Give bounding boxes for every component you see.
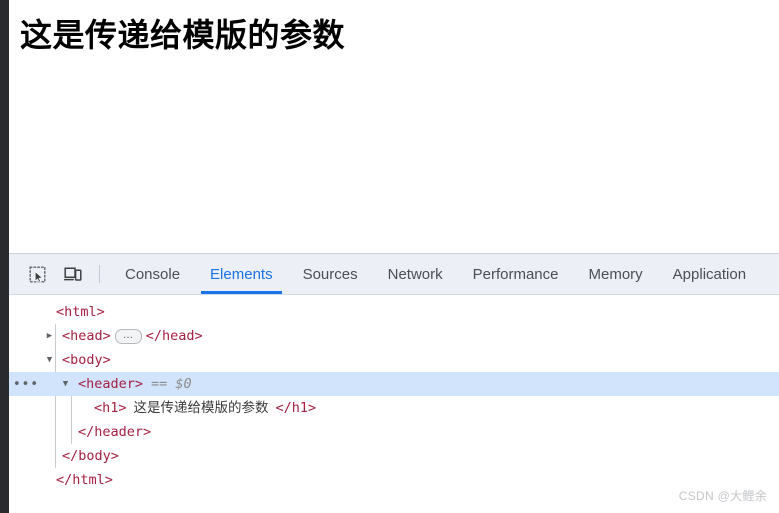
- dom-node-html-open[interactable]: ▶ <html>: [9, 300, 779, 324]
- tab-console[interactable]: Console: [110, 254, 195, 294]
- dom-node-tag: <head>: [62, 328, 111, 344]
- tab-network[interactable]: Network: [373, 254, 458, 294]
- dom-node-close-tag: </body>: [62, 448, 119, 464]
- toolbar-separator: [99, 265, 100, 283]
- tab-sources[interactable]: Sources: [288, 254, 373, 294]
- dom-node-close-tag: </html>: [56, 472, 113, 488]
- chevron-down-icon[interactable]: ▼: [59, 379, 72, 389]
- twisty-placeholder: ▶: [43, 476, 56, 485]
- row-gutter: [9, 324, 43, 348]
- row-gutter: [9, 396, 43, 420]
- browser-window: 这是传递给模版的参数 Console Elements Sources Netw…: [0, 0, 779, 513]
- dom-node-annotation: == $0: [151, 376, 192, 392]
- chevron-right-icon[interactable]: ▶: [43, 331, 56, 341]
- more-options-icon[interactable]: •••: [13, 378, 39, 391]
- tab-application[interactable]: Application: [658, 254, 761, 294]
- dom-node-close-tag: </header>: [78, 424, 152, 440]
- dom-node-body-close[interactable]: ▶ </body>: [9, 444, 779, 468]
- browser-content-column: 这是传递给模版的参数 Console Elements Sources Netw…: [9, 0, 779, 513]
- twisty-placeholder: ▶: [59, 428, 72, 437]
- dom-node-header-open[interactable]: ••• ▼ <header> == $0: [9, 372, 779, 396]
- row-gutter: [9, 468, 43, 492]
- inspect-element-icon[interactable]: [23, 260, 51, 288]
- devtools-toolbar: Console Elements Sources Network Perform…: [9, 254, 779, 295]
- twisty-placeholder: ▶: [43, 452, 56, 461]
- dom-node-header-close[interactable]: ▶ </header>: [9, 420, 779, 444]
- dom-node-tag: <body>: [62, 352, 111, 368]
- dom-node-h1[interactable]: ▶ <h1> 这是传递给模版的参数 </h1>: [9, 396, 779, 420]
- browser-left-rail: [0, 0, 9, 513]
- dom-node-head[interactable]: ▶ <head> … </head>: [9, 324, 779, 348]
- dom-node-tag: <html>: [56, 304, 105, 320]
- twisty-placeholder: ▶: [75, 404, 88, 413]
- chevron-down-icon[interactable]: ▼: [43, 355, 56, 365]
- devtools-tab-bar: Console Elements Sources Network Perform…: [110, 254, 779, 294]
- dom-tree[interactable]: ▶ <html> ▶ <head> … </head> ▼: [9, 295, 779, 513]
- row-gutter: [9, 300, 43, 324]
- tab-performance[interactable]: Performance: [458, 254, 574, 294]
- dom-node-close-tag: </h1>: [275, 400, 317, 416]
- dom-node-tag: <h1>: [94, 400, 127, 416]
- row-gutter: [9, 420, 43, 444]
- tab-elements[interactable]: Elements: [195, 254, 288, 294]
- page-heading: 这是传递给模版的参数: [20, 16, 346, 54]
- row-gutter[interactable]: •••: [9, 372, 43, 396]
- row-gutter: [9, 444, 43, 468]
- dom-node-text: 这是传递给模版的参数: [133, 400, 269, 416]
- dom-node-body-open[interactable]: ▼ <body>: [9, 348, 779, 372]
- devtools-panel: Console Elements Sources Network Perform…: [9, 253, 779, 513]
- twisty-placeholder: ▶: [43, 308, 56, 317]
- tab-memory[interactable]: Memory: [574, 254, 658, 294]
- watermark: CSDN @大鲤余: [678, 489, 767, 503]
- collapsed-content-badge[interactable]: …: [114, 328, 142, 344]
- dom-node-close-tag: </head>: [145, 328, 203, 344]
- dom-node-tag: <header>: [78, 376, 144, 392]
- device-toolbar-icon[interactable]: [59, 260, 87, 288]
- dom-node-html-close[interactable]: ▶ </html>: [9, 468, 779, 492]
- row-gutter: [9, 348, 43, 372]
- page-viewport: 这是传递给模版的参数: [9, 0, 779, 253]
